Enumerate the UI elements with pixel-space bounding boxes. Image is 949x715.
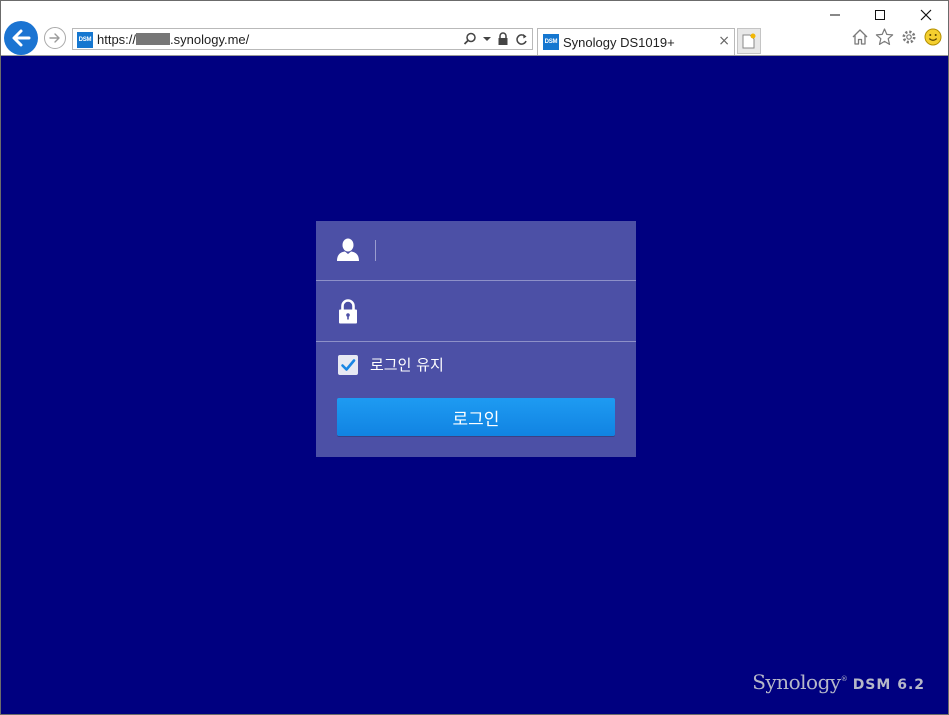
trademark-symbol: ® xyxy=(840,675,848,683)
browser-chrome: DSM https:// .synology.me/ DSM Synology D… xyxy=(1,1,948,56)
back-button[interactable] xyxy=(4,21,38,55)
dsm-favicon-icon: DSM xyxy=(77,32,93,48)
url-redacted-block xyxy=(136,33,171,45)
url-prefix: https:// xyxy=(97,32,137,47)
address-bar-icons xyxy=(463,32,528,46)
password-input[interactable] xyxy=(378,294,622,332)
dropdown-arrow-icon[interactable] xyxy=(483,36,491,42)
username-row xyxy=(316,221,636,281)
back-arrow-icon xyxy=(12,29,31,47)
username-text-caret xyxy=(375,240,376,261)
minimize-button[interactable] xyxy=(823,5,847,25)
gear-icon[interactable] xyxy=(900,28,918,46)
minimize-icon xyxy=(830,14,840,16)
lock-icon[interactable] xyxy=(497,32,509,46)
close-icon xyxy=(920,9,932,21)
synology-wordmark: Synology xyxy=(752,670,841,694)
url-suffix: .synology.me/ xyxy=(170,32,250,47)
star-icon[interactable] xyxy=(875,28,894,46)
browser-toolbar xyxy=(851,28,942,46)
maximize-icon xyxy=(875,10,885,20)
tab-favicon-icon: DSM xyxy=(543,34,559,50)
user-icon xyxy=(337,238,359,261)
password-row xyxy=(316,282,636,342)
padlock-icon xyxy=(339,299,357,324)
forward-button[interactable] xyxy=(44,27,66,49)
smiley-icon[interactable] xyxy=(924,28,942,46)
url-text[interactable]: https:// .synology.me/ xyxy=(97,32,249,47)
new-tab-button[interactable] xyxy=(737,28,761,54)
synology-dsm-logo: Synology ® DSM 6.2 xyxy=(752,670,925,694)
refresh-icon[interactable] xyxy=(515,33,528,46)
tab-title: Synology DS1019+ xyxy=(563,35,675,50)
tab-close-icon[interactable]: × xyxy=(718,34,730,48)
username-input[interactable] xyxy=(378,233,622,271)
remember-me-checkbox[interactable] xyxy=(338,355,358,375)
new-tab-icon xyxy=(742,33,756,49)
dsm-version: DSM 6.2 xyxy=(852,677,925,693)
tab-synology[interactable]: DSM Synology DS1019+ × xyxy=(537,28,735,55)
login-button[interactable]: 로그인 xyxy=(337,398,615,436)
maximize-button[interactable] xyxy=(868,5,892,25)
home-icon[interactable] xyxy=(851,28,869,46)
login-dialog: 로그인 유지 로그인 xyxy=(316,221,636,457)
checkmark-icon xyxy=(341,359,356,371)
close-window-button[interactable] xyxy=(914,5,938,25)
search-icon[interactable] xyxy=(463,32,477,46)
remember-me-label[interactable]: 로그인 유지 xyxy=(370,355,444,375)
address-bar[interactable]: DSM https:// .synology.me/ xyxy=(72,28,533,50)
forward-arrow-icon xyxy=(49,33,60,43)
